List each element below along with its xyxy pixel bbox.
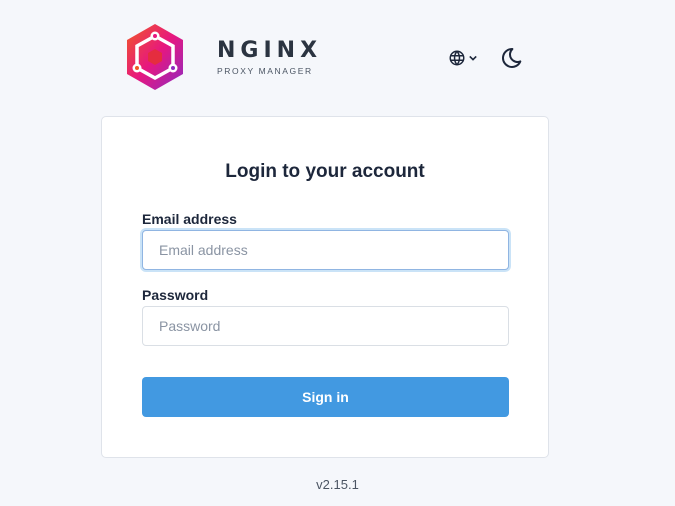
moon-icon xyxy=(502,47,522,68)
brand: NGINX PROXY MANAGER xyxy=(124,22,322,92)
brand-name: NGINX xyxy=(217,37,323,63)
sign-in-button[interactable]: Sign in xyxy=(142,377,509,417)
login-card: Login to your account Email address Pass… xyxy=(101,116,549,458)
brand-text: NGINX PROXY MANAGER xyxy=(217,37,323,76)
login-title: Login to your account xyxy=(225,161,425,182)
chevron-down-icon xyxy=(469,55,477,61)
globe-icon xyxy=(449,50,465,66)
email-input[interactable] xyxy=(142,230,509,270)
nginx-proxy-manager-logo xyxy=(127,24,183,90)
password-label: Password xyxy=(142,287,209,303)
theme-toggle-button[interactable] xyxy=(500,46,524,70)
password-input[interactable] xyxy=(142,306,509,346)
login-page: NGINX PROXY MANAGER Login to your accoun… xyxy=(0,0,675,506)
version-label: v2.15.1 xyxy=(316,477,359,492)
email-label: Email address xyxy=(142,211,237,227)
language-selector-button[interactable] xyxy=(448,47,482,69)
brand-subtitle: PROXY MANAGER xyxy=(217,65,313,76)
